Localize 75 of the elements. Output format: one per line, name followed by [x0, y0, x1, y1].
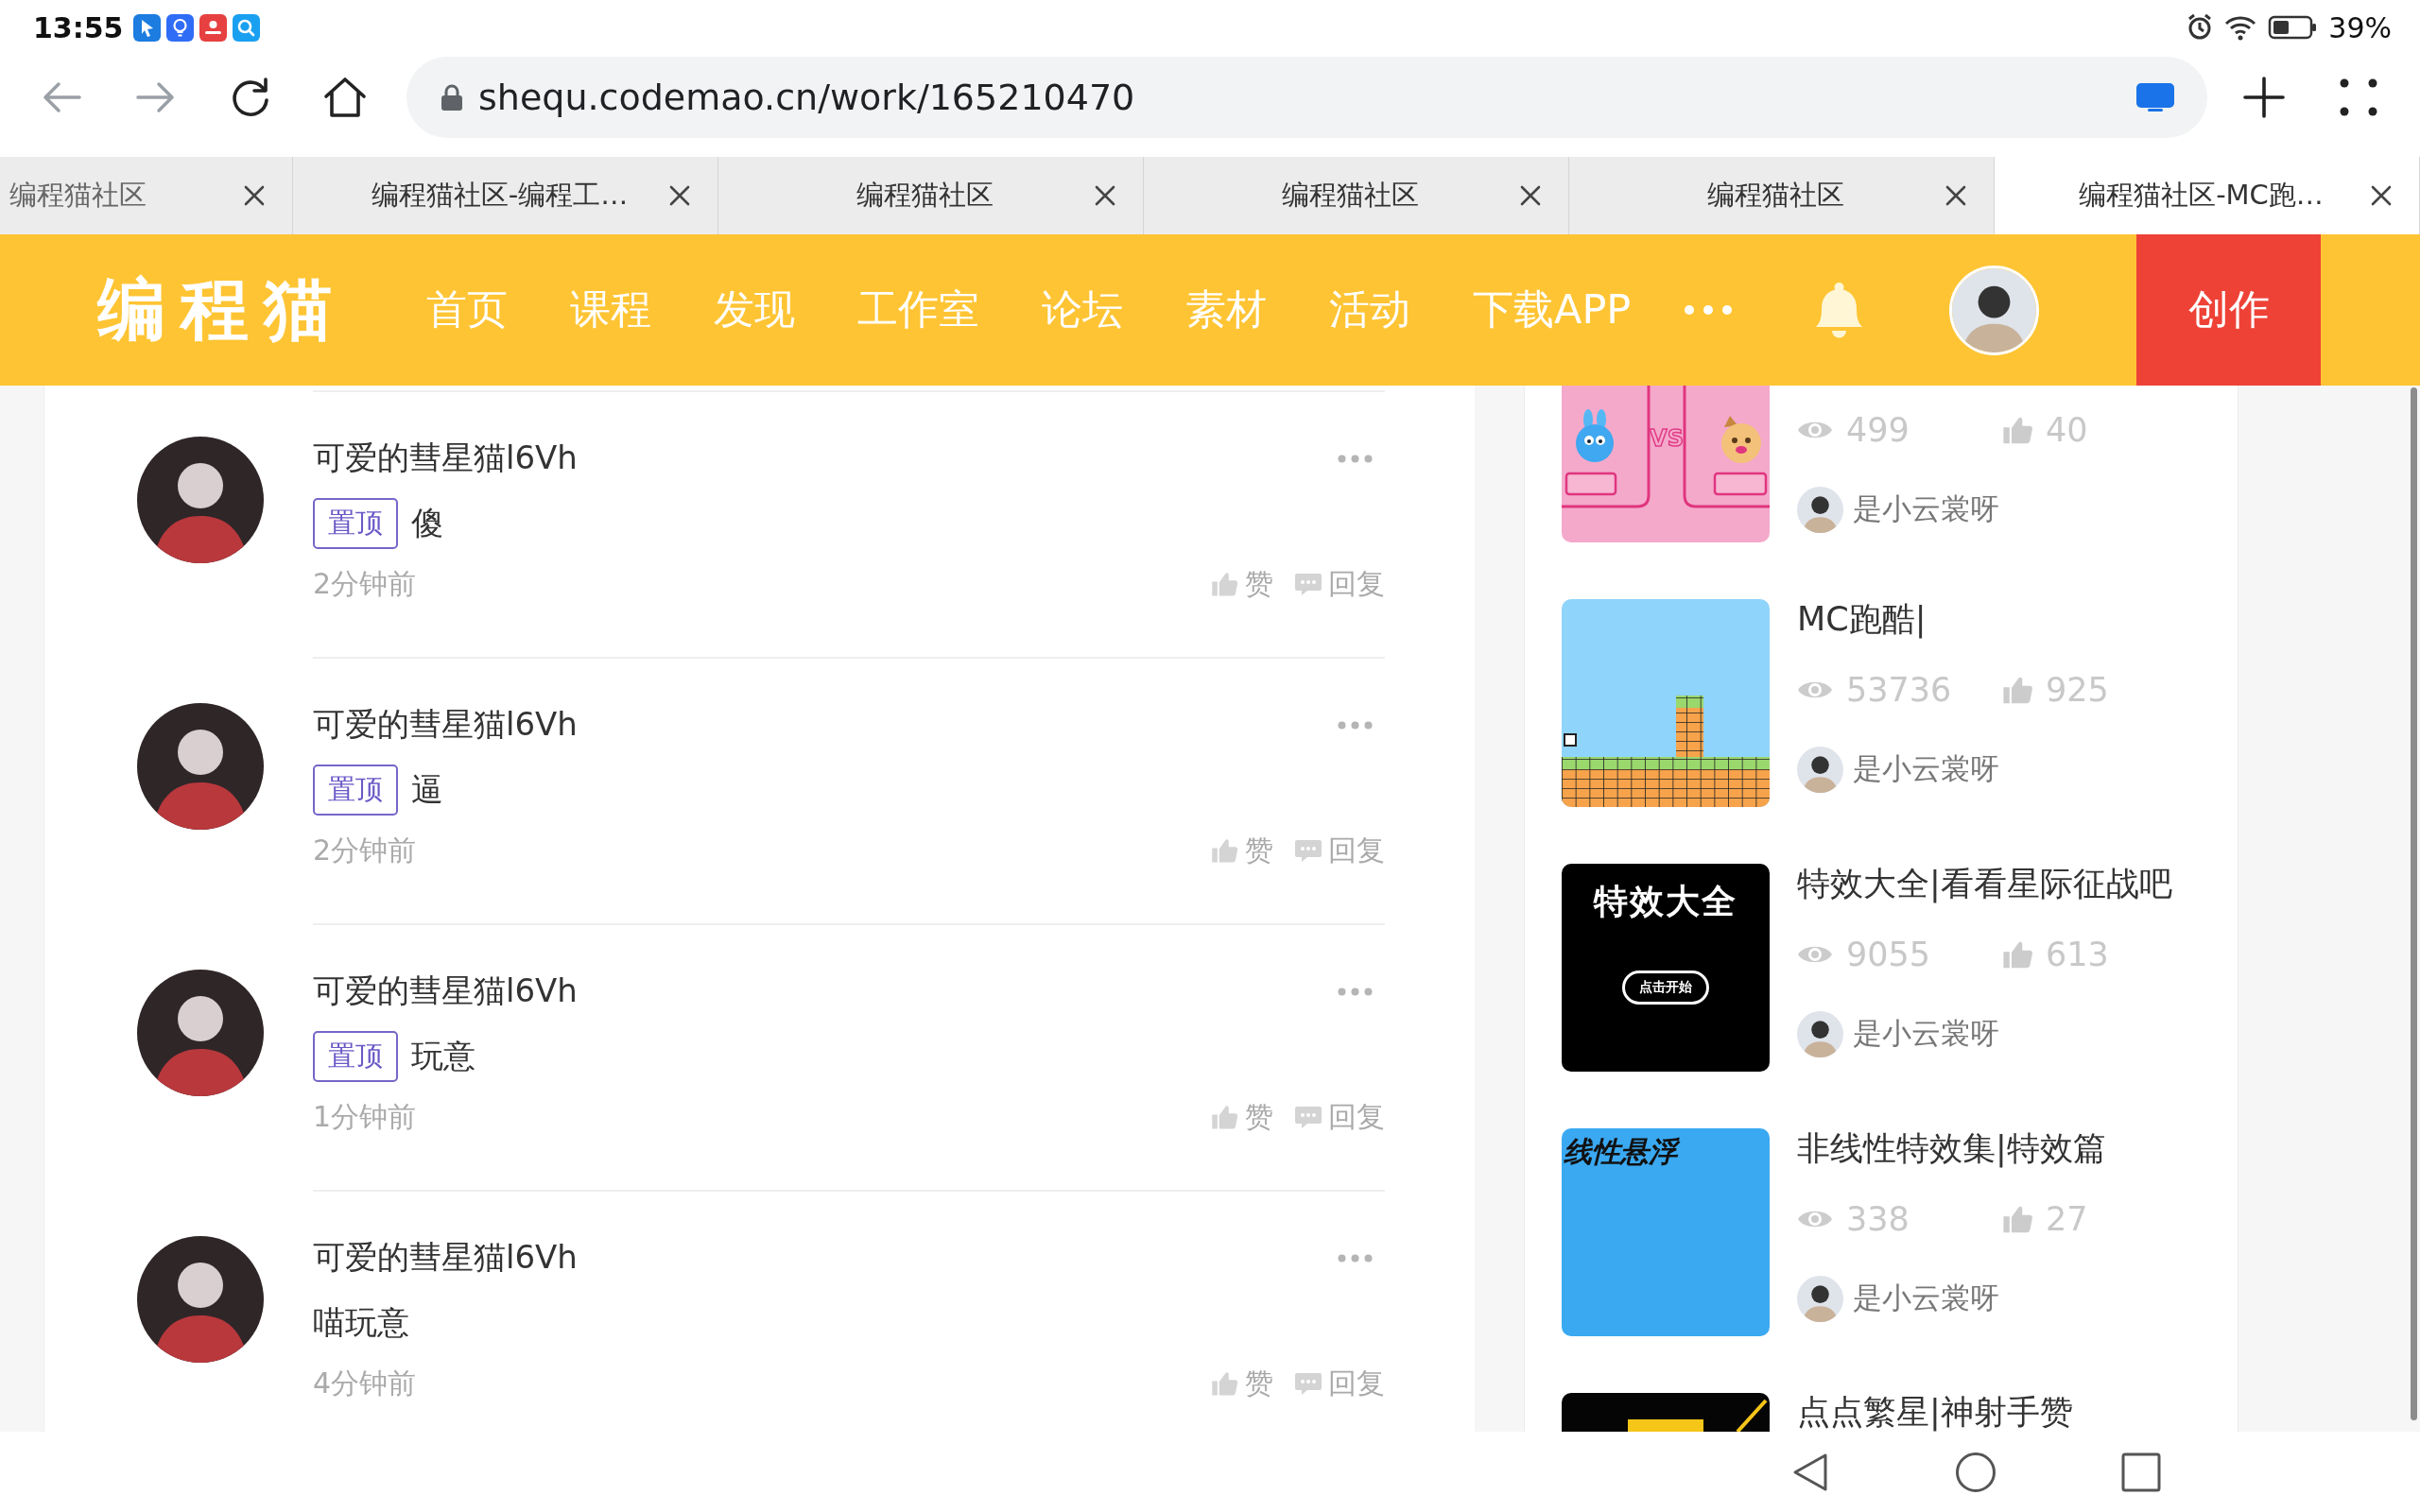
author-avatar[interactable]: [1797, 1010, 1843, 1057]
pinned-tag: 置顶: [313, 498, 398, 549]
work-title[interactable]: MC跑酷|: [1797, 599, 2207, 639]
like-button[interactable]: 赞: [1211, 1364, 1273, 1403]
like-button[interactable]: 赞: [1211, 831, 1273, 870]
rabbit-icon: [1576, 409, 1614, 462]
comment-text: 逼: [411, 769, 443, 810]
work-title[interactable]: 特效大全|看看星际征战吧: [1797, 864, 2207, 903]
close-icon[interactable]: [668, 184, 691, 207]
address-field[interactable]: shequ.codemao.cn/work/165210470: [406, 57, 2207, 138]
bulb-app-icon: [165, 13, 194, 42]
author-avatar[interactable]: [1797, 746, 1843, 793]
reply-button[interactable]: 回复: [1294, 831, 1385, 870]
cover-start-label: 点击开始: [1622, 971, 1709, 1005]
person-app-icon: [199, 13, 227, 42]
comment-text: 玩意: [411, 1036, 475, 1076]
comment-username[interactable]: 可爱的彗星猫l6Vh: [313, 1236, 578, 1280]
comment-time: 2分钟前: [313, 832, 417, 868]
game-cover-drawing[interactable]: 线性悬浮: [1562, 1128, 1770, 1336]
thumbs-up-icon: [1211, 1369, 1239, 1398]
game-cover-drawing[interactable]: [1562, 1393, 1770, 1432]
close-icon[interactable]: [1094, 184, 1116, 207]
comment-text: 喵玩意: [313, 1302, 409, 1343]
reply-button[interactable]: 回复: [1294, 564, 1385, 604]
reply-button[interactable]: 回复: [1294, 1364, 1385, 1403]
screen-icon[interactable]: [2135, 82, 2175, 112]
grid-dots-icon[interactable]: [2340, 78, 2377, 116]
lock-icon: [441, 83, 463, 112]
game-cover-drawing[interactable]: [1562, 599, 1770, 807]
work-title[interactable]: 非线性特效集|特效篇: [1797, 1128, 2207, 1168]
cursor-app-icon: [132, 13, 161, 42]
comment-time: 1分钟前: [313, 1098, 417, 1135]
thumbs-up-icon: [1211, 836, 1239, 865]
author-avatar[interactable]: [1797, 486, 1843, 533]
cover-title: 特效大全: [1594, 881, 1737, 922]
pinned-tag: 置顶: [313, 765, 398, 816]
comment-username[interactable]: 可爱的彗星猫l6Vh: [313, 970, 578, 1013]
author-name[interactable]: 是小云裳呀: [1853, 1014, 1999, 1054]
close-icon[interactable]: [2370, 184, 2393, 207]
reply-button[interactable]: 回复: [1294, 1097, 1385, 1137]
search-app-icon: [232, 13, 260, 42]
pinned-tag: 置顶: [313, 1031, 398, 1082]
alarm-icon: [2187, 13, 2214, 42]
like-button[interactable]: 赞: [1211, 564, 1273, 604]
like-button[interactable]: 赞: [1211, 1097, 1273, 1137]
cover-text: VS: [1650, 425, 1684, 452]
comment-time: 4分钟前: [313, 1365, 417, 1401]
author-avatar[interactable]: [1797, 1275, 1843, 1322]
comment-text: 傻: [411, 503, 443, 543]
comment-time: 2分钟前: [313, 565, 417, 602]
thumbs-up-icon: [1211, 570, 1239, 598]
thumbs-up-icon: [1211, 1103, 1239, 1131]
recents-icon[interactable]: [2120, 1451, 2162, 1493]
close-icon[interactable]: [1945, 184, 1967, 207]
battery-percent: 39%: [2328, 10, 2392, 44]
browser-tab[interactable]: 编程猫社区-MC跑…: [1995, 157, 2420, 234]
author-name[interactable]: 是小云裳呀: [1853, 490, 1999, 529]
name-plate-icon: [1713, 472, 1768, 496]
scrollbar-thumb[interactable]: [2411, 387, 2417, 1420]
author-name[interactable]: 是小云裳呀: [1853, 1279, 1999, 1318]
home-icon[interactable]: [1955, 1451, 1996, 1493]
author-name[interactable]: 是小云裳呀: [1853, 749, 1999, 789]
status-time: 13:55: [33, 10, 124, 44]
create-button[interactable]: 创作: [2136, 234, 2321, 386]
comment-username[interactable]: 可爱的彗星猫l6Vh: [313, 437, 578, 480]
close-icon[interactable]: [243, 184, 266, 207]
comment-username[interactable]: 可爱的彗星猫l6Vh: [313, 703, 578, 747]
work-title[interactable]: 点点繁星|神射手赞: [1797, 1393, 2201, 1431]
close-icon[interactable]: [1519, 184, 1542, 207]
battery-icon: [2268, 13, 2318, 42]
name-plate-icon: [1564, 472, 1617, 496]
game-cover-drawing[interactable]: 特效大全 点击开始: [1562, 864, 1770, 1072]
new-tab-icon[interactable]: [2240, 74, 2288, 121]
user-avatar[interactable]: [1949, 265, 2040, 355]
cat-face-icon: [1721, 416, 1761, 463]
